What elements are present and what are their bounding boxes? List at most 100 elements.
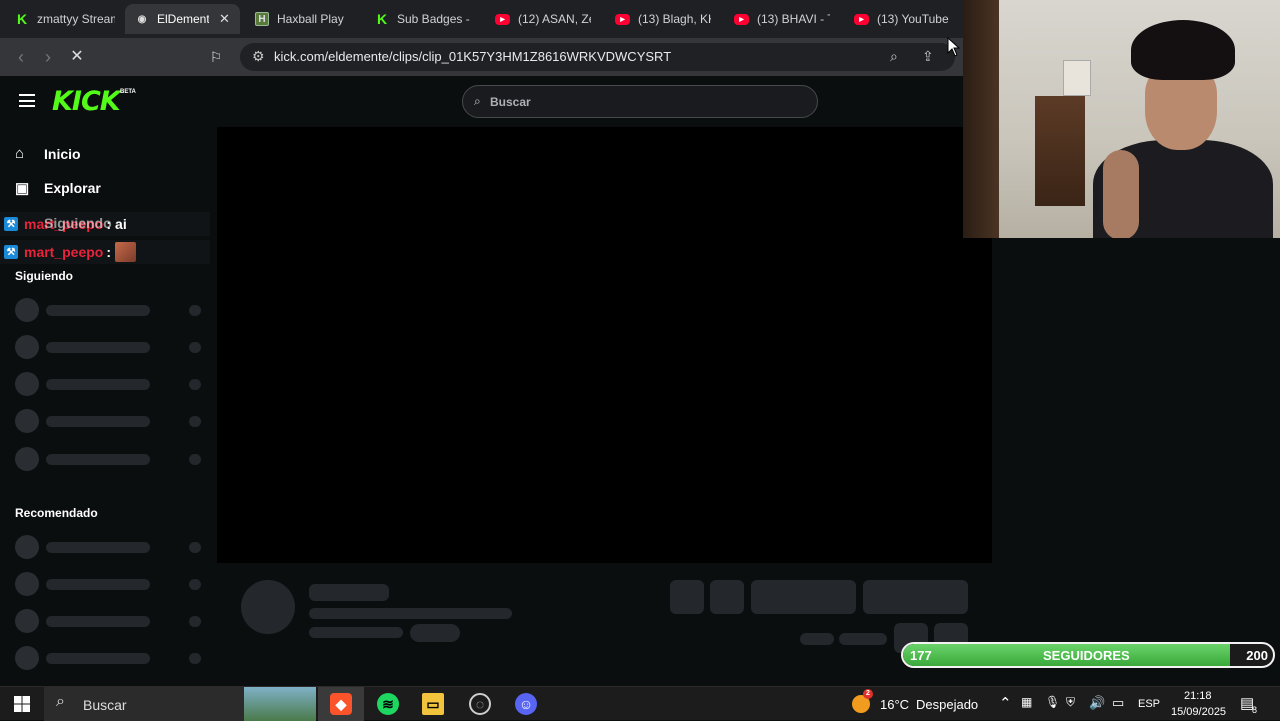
weather-temp: 16°C — [880, 697, 910, 712]
chevron-up-icon[interactable]: ⌃ — [999, 694, 1012, 712]
explore-icon: ▣ — [15, 180, 30, 197]
tab-asan[interactable]: ▶ (12) ASAN, Ze — [495, 4, 591, 34]
followers-label: SEGUIDORES — [1043, 648, 1130, 663]
haxball-icon: H — [255, 12, 269, 26]
network-icon[interactable]: ▭ — [1112, 695, 1124, 711]
tab-label: (13) YouTube — [877, 12, 949, 26]
url-text: kick.com/eldemente/clips/clip_01K57Y3HM1… — [274, 49, 672, 64]
sidebar-item-explorar[interactable]: ▣ Explorar — [15, 179, 101, 197]
sidebar-item-label: Inicio — [44, 145, 81, 162]
skeleton-button — [863, 580, 968, 614]
language-indicator[interactable]: ESP — [1138, 698, 1160, 710]
tab-bhavi[interactable]: ▶ (13) BHAVI - T — [734, 4, 830, 34]
volume-icon[interactable]: 🔊 — [1089, 695, 1105, 711]
share-icon[interactable]: ⇪ — [922, 48, 934, 65]
tab-youtube[interactable]: ▶ (13) YouTube — [854, 4, 954, 34]
forward-icon[interactable]: › — [37, 46, 59, 68]
back-icon[interactable]: ‹ — [10, 46, 32, 68]
skeleton-bar — [839, 633, 887, 645]
home-icon: ⌂ — [15, 145, 25, 162]
site-header: KICK BETA ⌕ Buscar — [0, 76, 963, 126]
discord-icon[interactable]: ☺ — [515, 693, 537, 715]
kick-logo[interactable]: KICK — [52, 86, 121, 117]
zoom-icon[interactable]: ⌕ — [890, 48, 898, 65]
site-info-icon[interactable]: ⚙ — [252, 48, 265, 65]
skeleton-bar — [800, 633, 834, 645]
weather-desc: Despejado — [916, 697, 979, 712]
followers-current: 177 — [910, 648, 932, 663]
list-item — [15, 372, 205, 396]
skeleton-button — [751, 580, 856, 614]
stop-loading-icon[interactable]: ✕ — [66, 46, 88, 68]
chat-username: mart_peepo — [24, 244, 104, 260]
list-item — [15, 409, 205, 433]
list-item — [15, 298, 205, 322]
search-placeholder: Buscar — [490, 95, 531, 109]
tab-label: Sub Badges - K — [397, 12, 473, 26]
chat-separator: : — [106, 244, 112, 260]
skeleton-button — [670, 580, 704, 614]
address-bar: ‹ › ✕ ⚐ ⚙ kick.com/eldemente/clips/clip_… — [0, 38, 963, 76]
spotify-icon[interactable]: ≋ — [377, 693, 399, 715]
recommended-title: Recomendado — [15, 506, 98, 520]
sidebar-item-label: Explorar — [44, 180, 101, 196]
taskbar-search-label: Buscar — [83, 697, 127, 713]
webcam-overlay — [963, 0, 1280, 238]
following-title: Siguiendo — [15, 269, 73, 283]
list-item — [15, 609, 205, 633]
tab-label: (12) ASAN, Ze — [518, 12, 591, 26]
tab-label: ElDemente — [157, 12, 209, 26]
sidebar-item-inicio[interactable]: ⌂ Inicio — [15, 145, 81, 162]
tab-label: Haxball Play — [277, 12, 344, 26]
tab-sub-badges[interactable]: K Sub Badges - K — [375, 4, 473, 34]
youtube-icon: ▶ — [734, 13, 749, 25]
brave-icon[interactable]: ◆ — [330, 693, 352, 715]
followers-goal-bar: 177 SEGUIDORES 200 — [901, 642, 1275, 668]
tab-eldemente[interactable]: ◉ ElDemente ✕ — [125, 4, 240, 34]
tab-label: (13) BHAVI - T — [757, 12, 830, 26]
bookmark-icon[interactable]: ⚐ — [205, 46, 227, 68]
obs-icon[interactable]: ◌ — [469, 693, 491, 715]
youtube-icon: ▶ — [495, 13, 510, 25]
clock-date[interactable]: 15/09/2025 — [1171, 706, 1226, 718]
search-highlight-image — [244, 687, 316, 721]
tab-label: (13) Blagh, KK — [638, 12, 711, 26]
emote-image — [115, 242, 137, 262]
youtube-icon: ▶ — [854, 13, 869, 25]
url-field[interactable]: ⚙ kick.com/eldemente/clips/clip_01K57Y3H… — [240, 43, 955, 71]
weather-icon[interactable]: 2 — [850, 689, 873, 715]
tab-zmattyy[interactable]: K zmattyy Stream — [15, 4, 115, 34]
search-icon: ⌕ — [474, 94, 481, 108]
list-item — [15, 646, 205, 670]
clock-time[interactable]: 21:18 — [1184, 690, 1212, 702]
windows-start-icon[interactable] — [14, 696, 30, 712]
search-icon: ⌕ — [56, 693, 65, 710]
skeleton-button — [710, 580, 744, 614]
tab-haxball[interactable]: H Haxball Play — [255, 4, 360, 34]
followers-goal: 200 — [1246, 648, 1268, 663]
skeleton-bar — [309, 627, 403, 638]
security-icon[interactable]: ⛨ — [1066, 695, 1075, 710]
kick-icon: K — [376, 11, 388, 27]
close-icon[interactable]: ✕ — [219, 11, 230, 27]
menu-icon[interactable] — [19, 94, 35, 107]
search-input[interactable]: ⌕ Buscar — [462, 85, 818, 118]
tab-blagh[interactable]: ▶ (13) Blagh, KK — [615, 4, 711, 34]
kick-icon: K — [16, 11, 28, 27]
youtube-icon: ▶ — [615, 13, 630, 25]
video-player[interactable] — [217, 127, 992, 563]
hammer-icon: ⚒ — [4, 245, 18, 259]
microphone-icon[interactable]: 🎙 — [1045, 695, 1060, 709]
chat-message: ⚒ mart_peepo : ai Siguiendo — [0, 212, 210, 236]
app-tray-icon[interactable]: ▦ — [1021, 695, 1032, 709]
file-explorer-icon[interactable]: ▭ — [422, 693, 444, 715]
taskbar-search[interactable]: ⌕ Buscar — [44, 687, 316, 721]
weather-badge: 2 — [863, 689, 873, 699]
list-item — [15, 335, 205, 359]
live-icon: ◉ — [137, 13, 147, 25]
skeleton-bar — [309, 608, 512, 619]
list-item — [15, 572, 205, 596]
sidebar-ghost-label: Siguiendo — [44, 215, 112, 231]
chat-message: ⚒ mart_peepo : — [0, 240, 210, 264]
sidebar: ⌂ Inicio ▣ Explorar Siguiendo Recomendad… — [0, 126, 215, 686]
